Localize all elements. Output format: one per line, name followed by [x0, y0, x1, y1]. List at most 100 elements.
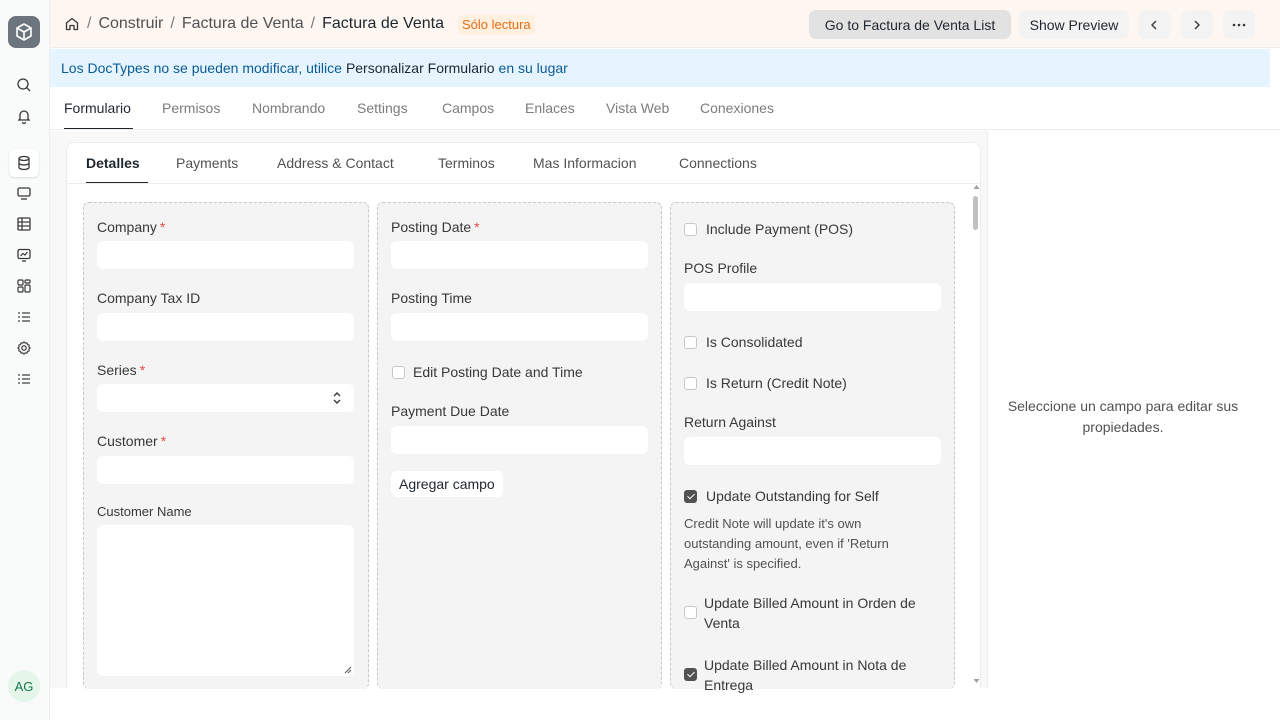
go-to-list-button[interactable]: Go to Factura de Venta List — [809, 10, 1011, 39]
form-tab-detalles[interactable]: Detalles — [86, 155, 140, 171]
company-tax-id-field[interactable] — [97, 313, 354, 341]
resize-handle-icon — [344, 666, 352, 674]
main-tabs: Formulario Permisos Nombrando Settings C… — [50, 88, 1280, 130]
form-column-3[interactable]: Include Payment (POS) POS Profile Is Con… — [670, 202, 955, 693]
checkbox-label-include-payment: Include Payment (POS) — [706, 221, 854, 237]
breadcrumb-separator: / — [170, 15, 175, 32]
update-outstanding-checkbox[interactable] — [684, 490, 697, 503]
company-field[interactable] — [97, 241, 354, 269]
include-payment-checkbox[interactable] — [684, 223, 697, 236]
list-alt-icon[interactable] — [11, 367, 37, 391]
bell-icon[interactable] — [11, 104, 37, 128]
tab-enlaces[interactable]: Enlaces — [525, 100, 575, 116]
field-label-customer: Customer * — [97, 433, 167, 449]
form-tab-address-contact[interactable]: Address & Contact — [277, 155, 394, 171]
checkbox-label-update-billed-so: Update Billed Amount in Orden de Venta — [704, 595, 916, 631]
tab-permisos[interactable]: Permisos — [162, 100, 220, 116]
prev-button[interactable] — [1138, 10, 1170, 39]
scroll-down-icon — [973, 679, 980, 683]
show-preview-button[interactable]: Show Preview — [1019, 10, 1129, 39]
payment-due-date-field[interactable] — [391, 426, 648, 454]
field-label-posting-date: Posting Date * — [391, 219, 480, 235]
checkbox-label-update-billed-dn: Update Billed Amount in Nota de Entrega — [704, 657, 907, 693]
select-arrows-icon — [333, 392, 341, 404]
properties-panel-empty-message: Seleccione un campo para editar sus prop… — [1007, 398, 1239, 435]
monitor-icon[interactable] — [11, 181, 37, 205]
form-column-1[interactable]: Company * Company Tax ID Series * Customer… — [83, 202, 369, 689]
form-tab-connections[interactable]: Connections — [679, 155, 757, 171]
customer-name-textarea[interactable] — [97, 525, 354, 676]
field-label-customer-name: Customer Name — [97, 504, 192, 519]
active-tab-indicator — [64, 128, 133, 129]
list-icon[interactable] — [11, 305, 37, 329]
series-select[interactable] — [97, 384, 354, 412]
update-billed-dn-checkbox[interactable] — [684, 668, 697, 681]
user-avatar[interactable]: AG — [8, 670, 40, 702]
chevron-right-icon — [1194, 20, 1200, 29]
home-icon[interactable] — [64, 16, 80, 32]
form-card: Detalles Payments Address & Contact Term… — [66, 142, 981, 693]
checkbox-label-update-outstanding: Update Outstanding for Self — [706, 488, 879, 504]
edit-posting-checkbox[interactable] — [392, 366, 405, 379]
tab-settings[interactable]: Settings — [357, 100, 408, 116]
form-tab-payments[interactable]: Payments — [176, 155, 238, 171]
form-column-2[interactable]: Posting Date * Posting Time Edit Posting … — [377, 202, 662, 689]
update-outstanding-description: Credit Note will update it's own outstan… — [684, 516, 889, 571]
checkbox-label-edit-posting: Edit Posting Date and Time — [413, 364, 583, 380]
checkbox-label-is-return: Is Return (Credit Note) — [706, 375, 847, 391]
search-icon[interactable] — [11, 73, 37, 97]
desktop-chart-icon[interactable] — [11, 243, 37, 267]
breadcrumb: / Construir / Factura de Venta / Factura… — [64, 0, 535, 48]
status-badge: Sólo lectura — [457, 14, 535, 34]
checkbox-label-is-consolidated: Is Consolidated — [706, 334, 803, 350]
tab-conexiones[interactable]: Conexiones — [700, 100, 774, 116]
breadcrumb-separator: / — [310, 15, 316, 32]
app-logo-icon[interactable] — [8, 16, 40, 48]
field-label-company: Company * — [97, 219, 166, 235]
sidebar: AG — [0, 0, 50, 720]
tab-divider — [67, 183, 980, 184]
breadcrumb-separator: / — [87, 15, 92, 32]
field-label-payment-due-date: Payment Due Date — [391, 403, 510, 419]
chevron-left-icon — [1151, 20, 1157, 29]
customer-field[interactable] — [97, 456, 354, 484]
table-icon[interactable] — [11, 212, 37, 236]
form-builder-area: Detalles Payments Address & Contact Term… — [50, 131, 988, 693]
page-title: Factura de Venta — [322, 15, 444, 32]
tab-nombrando[interactable]: Nombrando — [252, 100, 325, 116]
add-field-button[interactable]: Agregar campo — [391, 471, 503, 497]
tab-campos[interactable]: Campos — [442, 100, 494, 116]
gear-icon[interactable] — [11, 336, 37, 360]
more-options-button[interactable] — [1223, 10, 1255, 39]
alert-text-before: Los DocTypes no se pueden modificar, uti… — [61, 60, 342, 76]
customize-form-link[interactable]: Personalizar Formulario — [346, 60, 495, 76]
tab-vista-web[interactable]: Vista Web — [606, 100, 669, 116]
is-consolidated-checkbox[interactable] — [684, 336, 697, 349]
form-scrollbar[interactable] — [972, 184, 980, 684]
field-label-posting-time: Posting Time — [391, 290, 472, 306]
alert-text-after: en su lugar — [498, 60, 568, 76]
return-against-field[interactable] — [684, 437, 941, 465]
database-icon[interactable] — [9, 149, 39, 177]
pos-profile-field[interactable] — [684, 283, 941, 311]
grid-icon[interactable] — [11, 274, 37, 298]
scroll-up-icon — [973, 185, 980, 189]
posting-time-field[interactable] — [391, 313, 648, 341]
ellipsis-icon — [1232, 23, 1246, 26]
field-label-return-against: Return Against — [684, 414, 776, 430]
tab-formulario[interactable]: Formulario — [64, 100, 131, 116]
update-billed-so-checkbox[interactable] — [684, 606, 697, 619]
readonly-alert: Los DocTypes no se pueden modificar, uti… — [50, 49, 1270, 87]
scrollbar-thumb[interactable] — [973, 196, 978, 230]
field-label-company-tax-id: Company Tax ID — [97, 290, 201, 306]
is-return-checkbox[interactable] — [684, 377, 697, 390]
form-tab-mas-informacion[interactable]: Mas Informacion — [533, 155, 636, 171]
form-tab-terminos[interactable]: Terminos — [438, 155, 495, 171]
next-button[interactable] — [1181, 10, 1213, 39]
breadcrumb-item-construir[interactable]: Construir — [98, 15, 163, 33]
posting-date-field[interactable] — [391, 241, 648, 269]
top-navbar: / Construir / Factura de Venta / Factura… — [50, 0, 1280, 48]
field-label-pos-profile: POS Profile — [684, 260, 758, 276]
breadcrumb-item-factura[interactable]: Factura de Venta — [182, 15, 304, 33]
field-label-series: Series * — [97, 362, 146, 378]
